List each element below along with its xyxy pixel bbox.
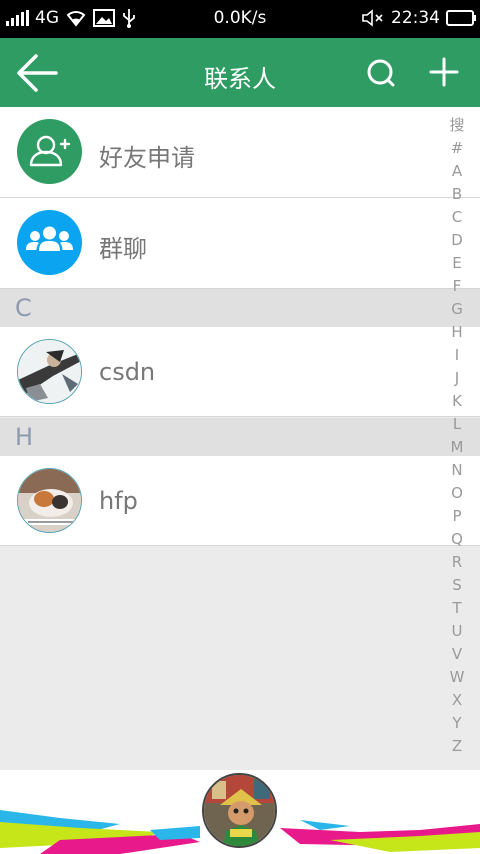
search-icon[interactable] (366, 58, 396, 88)
index-letter[interactable]: M (451, 436, 464, 459)
back-arrow-icon[interactable] (14, 52, 60, 94)
index-letter[interactable]: Y (452, 712, 461, 735)
friend-request-avatar (17, 119, 82, 184)
index-letter[interactable]: C (452, 206, 462, 229)
index-letter[interactable]: E (452, 252, 461, 275)
top-app-bar: 联系人 (0, 38, 480, 107)
index-letter[interactable]: K (452, 390, 462, 413)
friend-request-item[interactable]: 好友申请 (0, 107, 480, 198)
contact-item-hfp[interactable]: hfp (0, 456, 480, 546)
my-avatar[interactable] (202, 773, 277, 848)
contact-name: hfp (99, 487, 138, 515)
mute-icon (362, 9, 383, 27)
section-header-c: C (0, 289, 480, 327)
bottom-bar (0, 770, 480, 854)
network-speed: 0.0K/s (213, 8, 267, 28)
index-letter[interactable]: I (455, 344, 459, 367)
alphabet-index-bar[interactable]: 搜 # A B C D E F G H I J K L M N O P Q R S T U V W X Y Z (440, 114, 474, 758)
index-letter[interactable]: Q (451, 528, 463, 551)
status-right: 22:34 (361, 8, 476, 28)
group-chat-avatar (17, 210, 82, 275)
add-icon[interactable] (429, 57, 459, 87)
index-letter[interactable]: W (450, 666, 465, 689)
section-header-h: H (0, 418, 480, 456)
index-letter[interactable]: U (452, 620, 463, 643)
index-letter[interactable]: R (452, 551, 462, 574)
index-letter[interactable]: G (451, 298, 463, 321)
index-letter[interactable]: A (452, 160, 462, 183)
contact-avatar (17, 468, 82, 533)
group-chat-item[interactable]: 群聊 (0, 198, 480, 289)
cat-avatar-image (18, 469, 81, 532)
index-letter[interactable]: O (451, 482, 463, 505)
index-letter[interactable]: P (452, 505, 461, 528)
status-bar: 4G 0.0K/s 22:34 (0, 0, 480, 38)
friend-request-label: 好友申请 (99, 144, 195, 172)
index-letter[interactable]: J (455, 367, 459, 390)
index-letter[interactable]: V (452, 643, 462, 666)
index-letter[interactable]: B (452, 183, 462, 206)
anime-avatar-image (18, 340, 81, 403)
clock: 22:34 (391, 8, 440, 28)
battery-icon (446, 10, 476, 26)
index-letter[interactable]: D (451, 229, 463, 252)
contact-avatar (17, 339, 82, 404)
group-chat-label: 群聊 (99, 235, 147, 263)
group-icon (26, 226, 73, 251)
page-title: 联系人 (204, 65, 276, 93)
index-letter[interactable]: S (452, 574, 462, 597)
contact-item-csdn[interactable]: csdn (0, 327, 480, 417)
index-letter[interactable]: 搜 (449, 114, 464, 137)
add-user-icon (29, 135, 71, 167)
contact-name: csdn (99, 358, 156, 386)
index-letter[interactable]: L (453, 413, 461, 436)
index-letter[interactable]: N (451, 459, 462, 482)
index-letter[interactable]: X (452, 689, 462, 712)
index-letter[interactable]: Z (452, 735, 462, 758)
index-letter[interactable]: T (452, 597, 461, 620)
index-letter[interactable]: F (453, 275, 462, 298)
index-letter[interactable]: # (451, 137, 464, 160)
index-letter[interactable]: H (451, 321, 462, 344)
